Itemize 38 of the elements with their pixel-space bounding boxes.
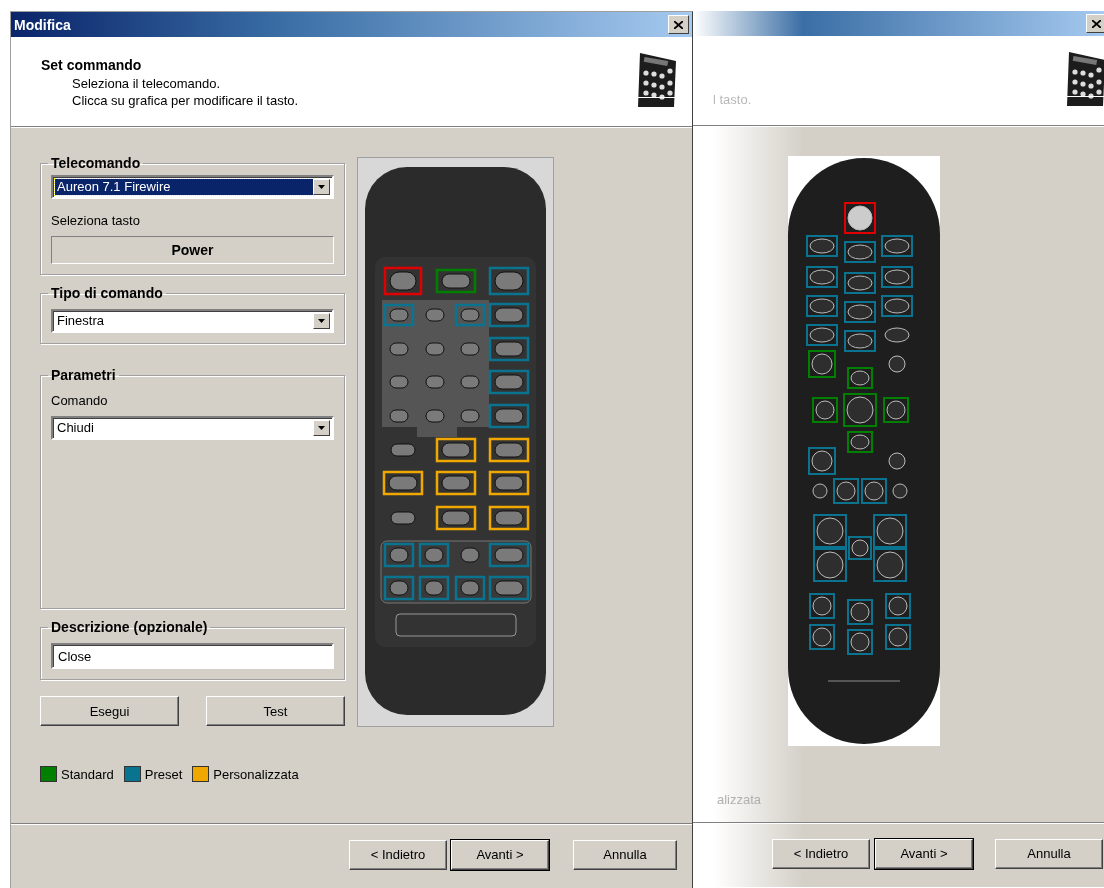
nav-button[interactable]: Avanti > [875, 838, 973, 869]
field-label: Comando [51, 393, 109, 408]
legend-label: Preset [144, 766, 183, 782]
instruction-text: l tasto. [712, 92, 752, 109]
nav-button[interactable]: Annulla [573, 839, 677, 870]
close-icon [674, 20, 683, 29]
legend-label: alizzata [717, 792, 763, 808]
remote-drawing[interactable] [788, 156, 940, 746]
group-title: Parametri [50, 367, 117, 383]
close-icon [1092, 19, 1101, 28]
dropdown[interactable]: Chiudi [51, 416, 334, 440]
group-title: Tipo di comando [50, 285, 164, 301]
step-title: Set commando [41, 57, 143, 73]
instruction-text: Clicca su grafica per modificare il tasto. [71, 92, 299, 109]
selected-key-display: Power [51, 236, 334, 264]
window-title: Modifica [14, 16, 71, 33]
field-label: Seleziona tasto [51, 213, 141, 228]
nav-button[interactable]: Annulla [995, 838, 1103, 869]
dropdown-arrow-icon [318, 185, 325, 189]
input-field[interactable]: Close [51, 643, 334, 669]
dropdown-arrow-icon [318, 319, 325, 323]
close-button[interactable] [668, 15, 689, 34]
legend-label: Personalizzata [213, 766, 299, 782]
group-title: Telecomando [50, 155, 142, 171]
group-title: Descrizione (opzionale) [50, 619, 209, 635]
action-button[interactable]: Test [206, 696, 345, 726]
nav-button[interactable]: < Indietro [772, 838, 870, 869]
action-button[interactable]: Esegui [40, 696, 179, 726]
dropdown[interactable]: Aureon 7.1 Firewire [51, 175, 334, 199]
nav-button[interactable]: Avanti > [451, 839, 549, 870]
nav-button[interactable]: < Indietro [349, 839, 447, 870]
instruction-text: Seleziona il telecomando. [71, 75, 222, 92]
close-button[interactable] [1086, 14, 1104, 33]
dropdown[interactable]: Finestra [51, 309, 334, 333]
legend-label: Standard [61, 766, 114, 782]
dropdown-arrow-icon [318, 426, 325, 430]
remote-drawing[interactable] [357, 157, 554, 727]
remote-icon [636, 51, 678, 107]
